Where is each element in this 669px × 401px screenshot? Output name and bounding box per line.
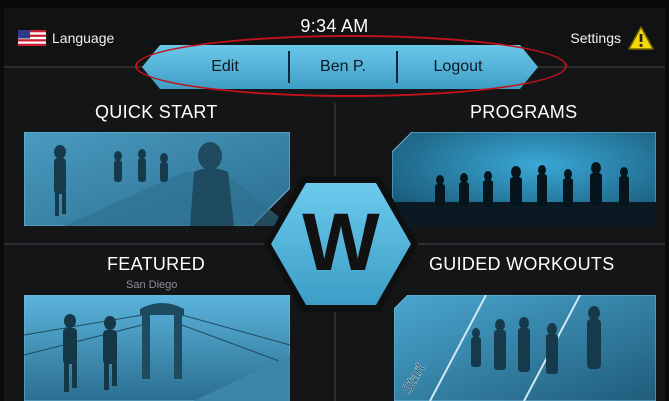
user-profile-button[interactable]: Ben P.: [290, 49, 396, 85]
settings-button[interactable]: Settings: [570, 25, 655, 51]
featured-tile[interactable]: [24, 295, 290, 401]
edit-button[interactable]: Edit: [162, 49, 288, 85]
guided-workouts-title: GUIDED WORKOUTS: [429, 254, 615, 274]
w-logo-icon: W: [302, 197, 380, 288]
programs-title: PROGRAMS: [470, 102, 578, 122]
featured-location: San Diego: [126, 279, 178, 291]
quick-start-tile[interactable]: [24, 132, 290, 226]
home-screen: Language 9:34 AM Settings Edit Ben P. Lo…: [4, 8, 665, 401]
quick-start-title: QUICK START: [95, 102, 218, 122]
programs-tile[interactable]: [392, 132, 656, 226]
settings-label: Settings: [570, 30, 621, 46]
warning-icon: [628, 26, 654, 50]
clock: 9:34 AM: [300, 16, 369, 36]
logout-button[interactable]: Logout: [398, 49, 518, 85]
guided-workouts-tile[interactable]: Start: [394, 295, 656, 401]
center-logo-button[interactable]: W: [262, 174, 420, 314]
user-nav-bar: Edit Ben P. Logout: [142, 41, 538, 93]
featured-title: FEATURED: [107, 254, 206, 274]
